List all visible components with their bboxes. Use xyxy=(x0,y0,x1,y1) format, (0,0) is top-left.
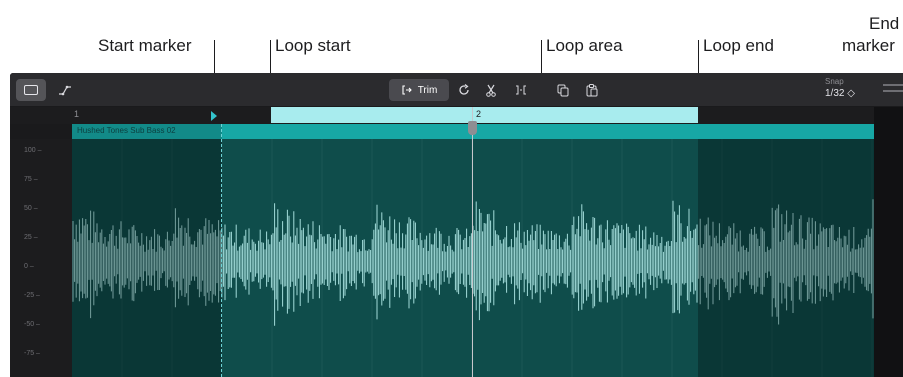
start-marker-line xyxy=(221,124,222,377)
ruler-bar-1: 1 xyxy=(74,109,80,119)
playhead-handle[interactable] xyxy=(468,121,477,135)
amplitude-label: -75 – xyxy=(24,350,40,357)
trim-label: Trim xyxy=(417,84,438,96)
menu-icon[interactable] xyxy=(883,84,903,92)
loop-start-callout: Loop start xyxy=(275,36,351,55)
end-marker-callout-line2: marker xyxy=(842,36,895,55)
rectangle-view-icon[interactable] xyxy=(16,79,46,101)
trim-icon xyxy=(402,85,412,95)
scissors-icon[interactable] xyxy=(481,79,501,101)
amplitude-axis: 100 – 75 – 50 – 25 – 0 – -25 – -50 – -75 – xyxy=(10,139,72,377)
amplitude-label: 50 – xyxy=(24,205,38,212)
copy-icon[interactable] xyxy=(553,79,573,101)
snap-label: Snap xyxy=(825,77,844,86)
audio-editor: Trim Snap 1/32 ◇ 1 Hushed Tones Sub Bass… xyxy=(10,73,903,377)
region-name: Hushed Tones Sub Bass 02 xyxy=(77,126,176,135)
area-after-end-marker xyxy=(874,107,903,377)
loop-area[interactable] xyxy=(271,107,698,123)
ruler-bar-2: 2 xyxy=(476,109,482,119)
amplitude-label: -50 – xyxy=(24,321,40,328)
amplitude-label: 0 – xyxy=(24,263,34,270)
region-before-start-shade xyxy=(72,139,222,377)
join-icon[interactable] xyxy=(511,79,531,101)
snap-value: 1/32 ◇ xyxy=(825,88,855,99)
snap-control[interactable]: Snap 1/32 ◇ xyxy=(825,77,865,101)
loop-icon[interactable] xyxy=(454,79,474,101)
region-after-loop-shade xyxy=(698,139,874,377)
start-marker-flag[interactable] xyxy=(211,111,217,121)
end-marker-callout-line1: End xyxy=(869,14,900,33)
trim-button[interactable]: Trim xyxy=(389,79,449,101)
start-marker-callout: Start marker xyxy=(98,36,192,55)
loop-end-callout: Loop end xyxy=(703,36,774,55)
toolbar: Trim Snap 1/32 ◇ xyxy=(10,73,903,107)
amplitude-label: 25 – xyxy=(24,234,38,241)
paste-icon[interactable] xyxy=(582,79,602,101)
automation-curve-icon[interactable] xyxy=(52,79,78,101)
playhead[interactable] xyxy=(472,107,473,377)
loop-area-callout: Loop area xyxy=(546,36,623,55)
amplitude-label: 75 – xyxy=(24,176,38,183)
amplitude-label: 100 – xyxy=(24,147,42,154)
amplitude-label: -25 – xyxy=(24,292,40,299)
